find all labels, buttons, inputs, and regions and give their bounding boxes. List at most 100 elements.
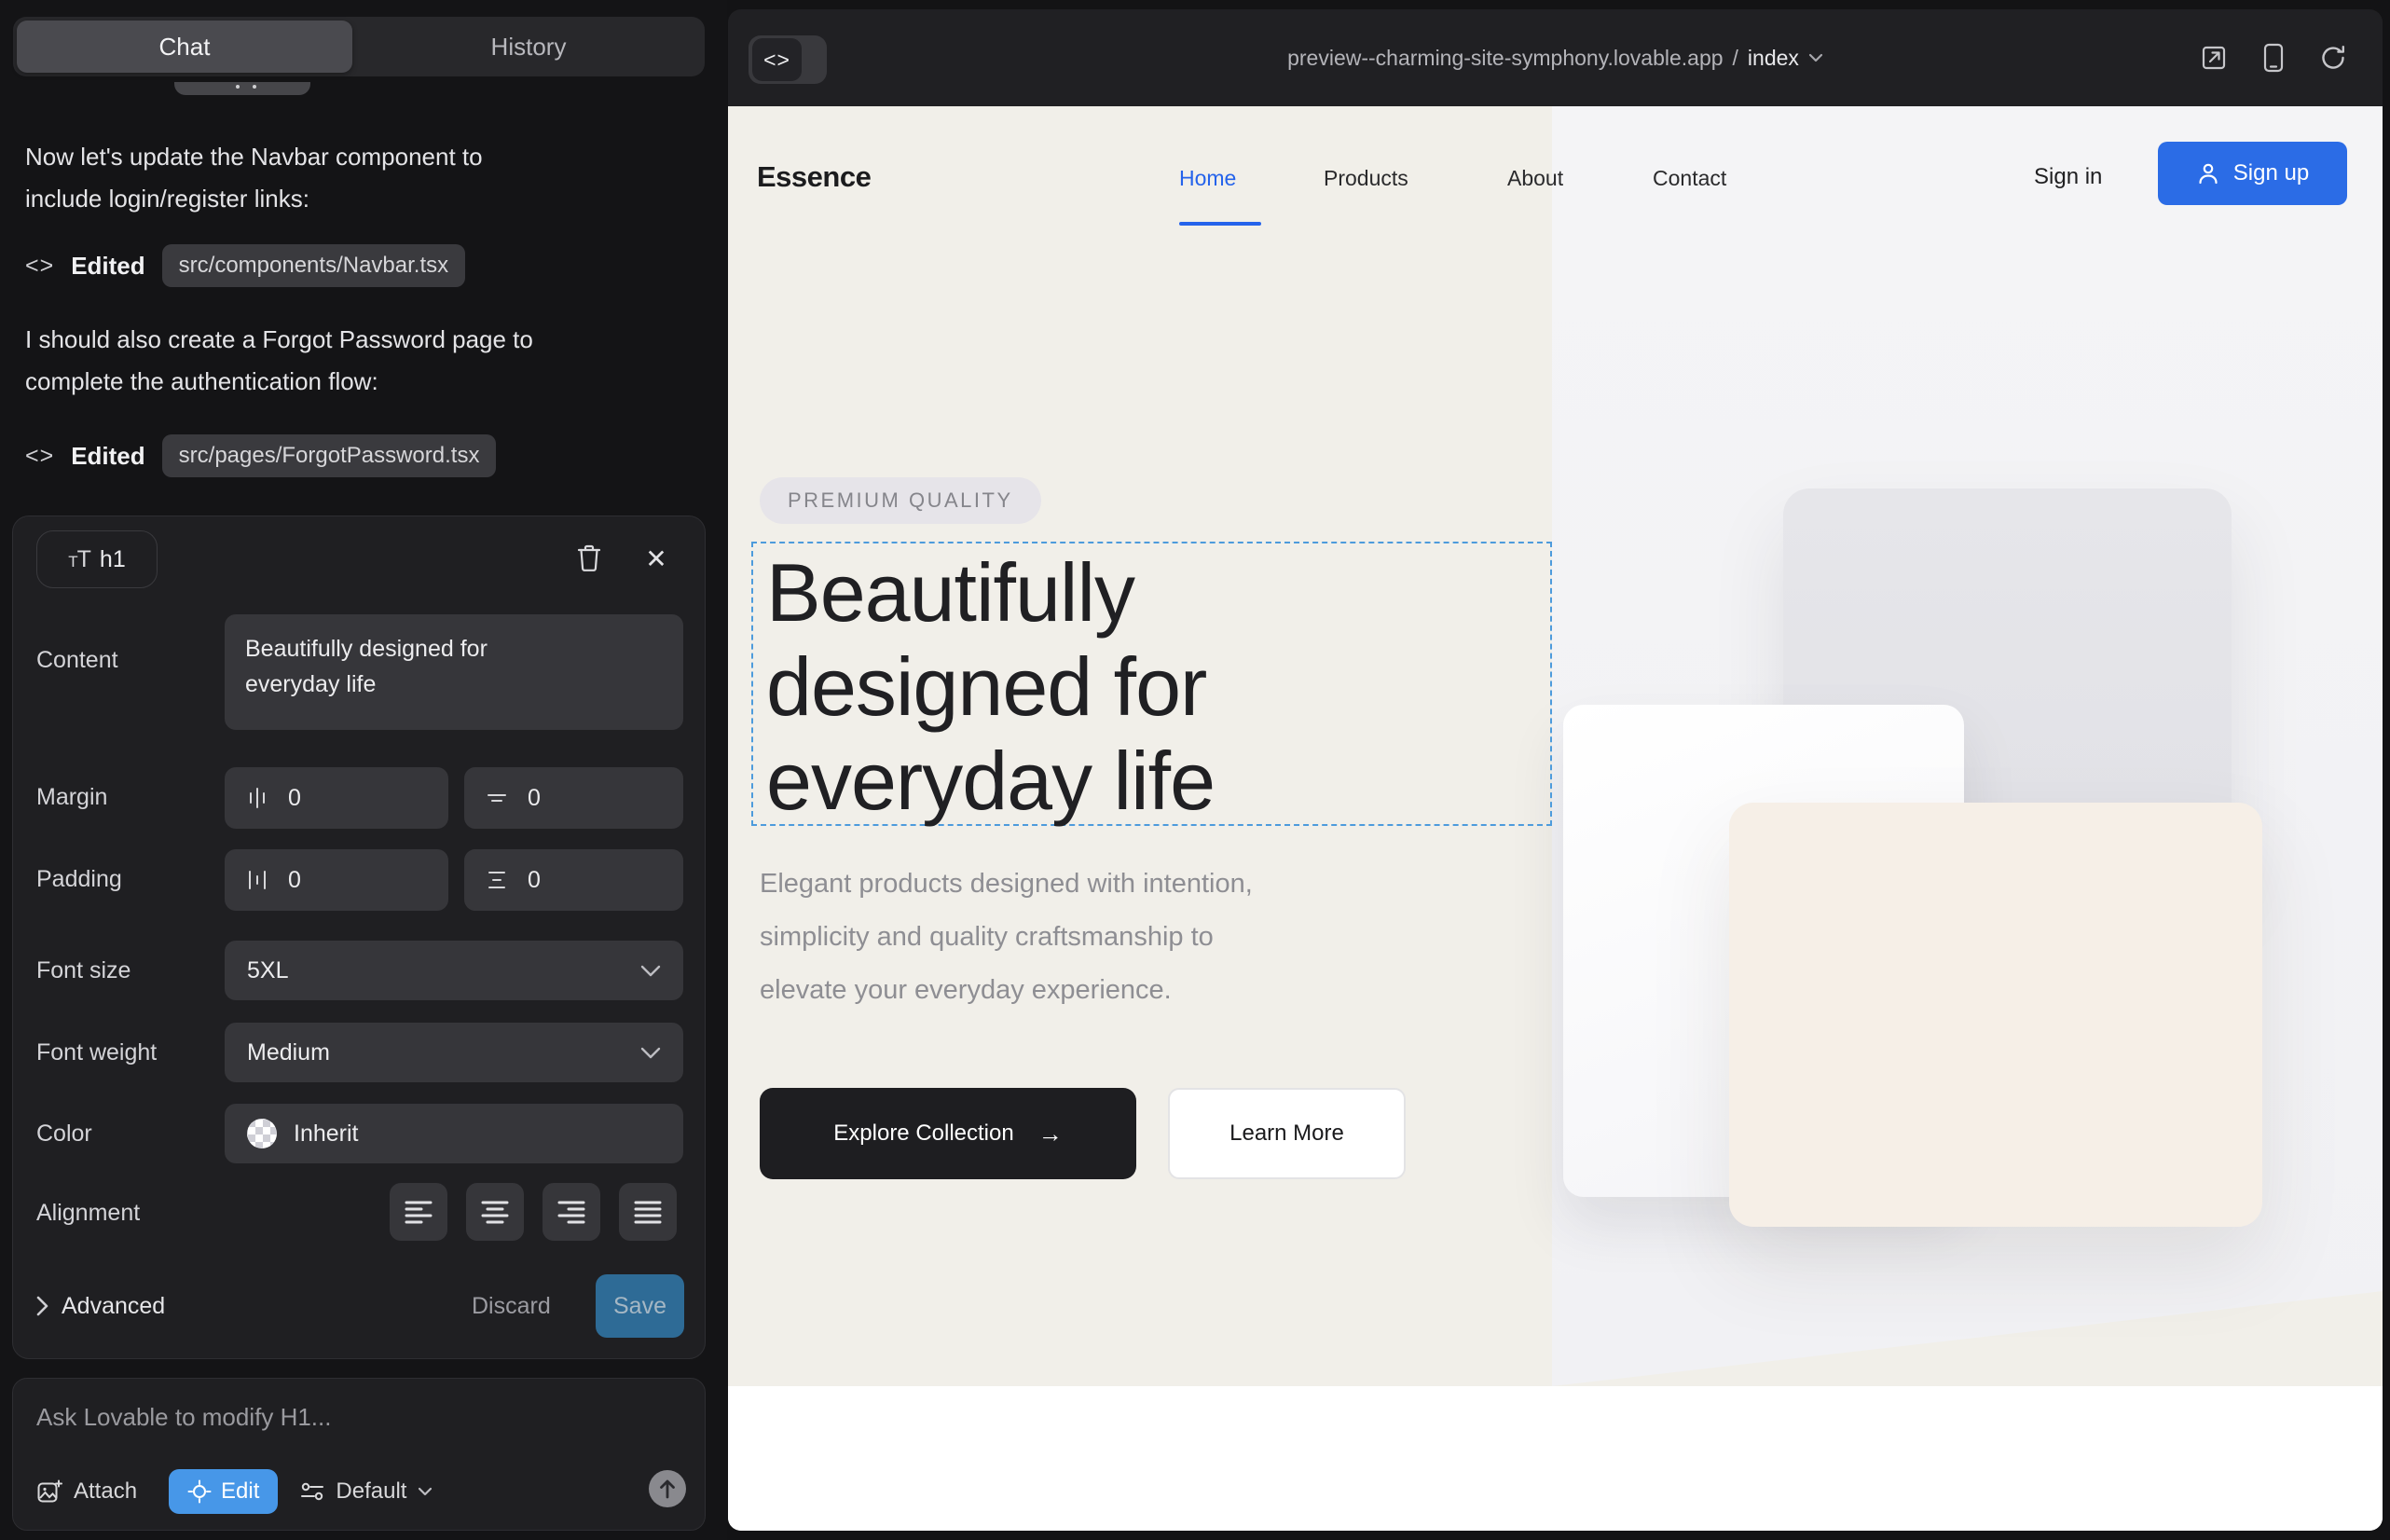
attach-button[interactable]: Attach xyxy=(36,1478,137,1505)
color-select[interactable]: Inherit xyxy=(225,1104,683,1163)
url-separator: / xyxy=(1733,46,1738,71)
edited-label: Edited xyxy=(71,442,144,471)
align-justify-icon xyxy=(634,1200,662,1224)
nav-link-contact[interactable]: Contact xyxy=(1653,166,1726,191)
arrow-right-icon: → xyxy=(1038,1120,1063,1148)
delete-element-button[interactable] xyxy=(572,540,606,577)
user-icon xyxy=(2196,161,2220,186)
margin-label: Margin xyxy=(36,784,107,811)
arrow-up-icon xyxy=(658,1478,677,1499)
close-inspector-button[interactable]: ✕ xyxy=(639,540,673,577)
url-host: preview--charming-site-symphony.lovable.… xyxy=(1287,46,1723,71)
code-icon: <> xyxy=(25,253,54,280)
browser-toolbar: <> preview--charming-site-symphony.lovab… xyxy=(728,9,2383,106)
refresh-icon xyxy=(2319,44,2347,72)
save-button[interactable]: Save xyxy=(596,1274,684,1338)
sign-up-button[interactable]: Sign up xyxy=(2158,142,2347,205)
edited-label: Edited xyxy=(71,252,144,281)
chat-composer: Ask Lovable to modify H1... Attach xyxy=(12,1378,706,1531)
align-justify-button[interactable] xyxy=(619,1183,677,1241)
alignment-label: Alignment xyxy=(36,1200,140,1227)
url-page-selector[interactable]: index xyxy=(1748,46,1799,71)
chat-panel: Chat History Now let's update the Navbar… xyxy=(0,0,727,1540)
chevron-down-icon xyxy=(640,965,661,977)
preview-browser-window: <> preview--charming-site-symphony.lovab… xyxy=(728,9,2383,1531)
lovable-editor: Chat History Now let's update the Navbar… xyxy=(0,0,2390,1540)
sliders-icon xyxy=(300,1479,324,1504)
align-left-button[interactable] xyxy=(390,1183,447,1241)
content-textarea[interactable]: Beautifully designed for everyday life xyxy=(225,614,683,730)
mobile-device-icon xyxy=(2263,43,2284,73)
refresh-button[interactable] xyxy=(2317,42,2349,74)
edited-file-row: <> Edited src/pages/ForgotPassword.tsx xyxy=(25,434,496,477)
external-link-icon xyxy=(2200,44,2228,72)
nav-link-home[interactable]: Home xyxy=(1179,166,1236,191)
browser-actions xyxy=(2198,9,2349,106)
hero-placeholder-card-cream xyxy=(1729,803,2262,1227)
assistant-message: Now let's update the Navbar component to… xyxy=(25,136,678,220)
margin-y-input[interactable]: 0 xyxy=(464,767,683,829)
margin-vertical-icon xyxy=(485,786,509,810)
composer-input[interactable]: Ask Lovable to modify H1... xyxy=(36,1403,331,1432)
content-label: Content xyxy=(36,647,118,674)
chevron-down-icon xyxy=(418,1487,433,1496)
site-viewport: Essence Home Products About Contact Sign… xyxy=(728,106,2383,1531)
align-center-button[interactable] xyxy=(466,1183,524,1241)
discard-button[interactable]: Discard xyxy=(472,1274,551,1338)
url-bar[interactable]: preview--charming-site-symphony.lovable.… xyxy=(728,9,2383,106)
element-tag: h1 xyxy=(100,546,126,573)
nav-link-about[interactable]: About xyxy=(1507,166,1563,191)
mobile-view-button[interactable] xyxy=(2258,42,2289,74)
padding-y-input[interactable]: 0 xyxy=(464,849,683,911)
font-weight-label: Font weight xyxy=(36,1039,157,1066)
align-right-button[interactable] xyxy=(543,1183,600,1241)
edit-mode-button[interactable]: Edit xyxy=(169,1469,278,1514)
align-center-icon xyxy=(481,1200,509,1224)
align-left-icon xyxy=(405,1200,433,1224)
padding-vertical-icon xyxy=(485,868,509,892)
trash-icon xyxy=(576,543,602,573)
color-label: Color xyxy=(36,1121,92,1148)
font-weight-select[interactable]: Medium xyxy=(225,1023,683,1082)
chevron-down-icon xyxy=(640,1047,661,1059)
open-external-button[interactable] xyxy=(2198,42,2230,74)
margin-horizontal-icon xyxy=(245,786,269,810)
hero-description: Elegant products designed with intention… xyxy=(760,858,1496,1017)
tab-history[interactable]: History xyxy=(352,17,705,76)
premium-quality-badge: PREMIUM QUALITY xyxy=(760,477,1041,524)
padding-horizontal-icon xyxy=(245,868,269,892)
explore-collection-button[interactable]: Explore Collection → xyxy=(760,1088,1136,1179)
align-right-icon xyxy=(557,1200,585,1224)
send-button[interactable] xyxy=(649,1470,686,1507)
sign-in-link[interactable]: Sign in xyxy=(2034,164,2102,190)
file-chip-navbar[interactable]: src/components/Navbar.tsx xyxy=(162,244,465,287)
chat-history-tabs: Chat History xyxy=(13,17,705,76)
close-icon: ✕ xyxy=(645,543,666,574)
active-nav-underline xyxy=(1179,222,1261,226)
advanced-toggle[interactable]: Advanced xyxy=(36,1274,165,1338)
learn-more-button[interactable]: Learn More xyxy=(1168,1088,1406,1179)
transparent-swatch-icon xyxy=(247,1119,277,1148)
typography-icon: TT xyxy=(68,546,90,573)
nav-link-products[interactable]: Products xyxy=(1324,166,1408,191)
hero-headline[interactable]: Beautifully designed for everyday life xyxy=(766,545,1437,828)
font-size-select[interactable]: 5XL xyxy=(225,941,683,1000)
chevron-down-icon xyxy=(1808,53,1823,62)
section-below-hero xyxy=(728,1386,2383,1531)
tab-chat[interactable]: Chat xyxy=(17,21,352,73)
selected-element-chip[interactable]: TT h1 xyxy=(36,530,158,588)
font-size-label: Font size xyxy=(36,957,130,984)
margin-x-input[interactable]: 0 xyxy=(225,767,448,829)
file-chip-forgotpassword[interactable]: src/pages/ForgotPassword.tsx xyxy=(162,434,497,477)
attach-image-icon xyxy=(36,1478,62,1505)
site-brand[interactable]: Essence xyxy=(757,160,871,194)
element-inspector-panel: TT h1 ✕ Content Beautifully designed for… xyxy=(12,516,706,1359)
scrolled-chip-peek xyxy=(174,82,310,95)
selected-h1-outline[interactable]: Beautifully designed for everyday life xyxy=(751,542,1552,826)
edited-file-row: <> Edited src/components/Navbar.tsx xyxy=(25,244,465,287)
model-default-dropdown[interactable]: Default xyxy=(300,1478,433,1505)
padding-x-input[interactable]: 0 xyxy=(225,849,448,911)
code-icon: <> xyxy=(25,443,54,470)
composer-toolbar: Attach Edit xyxy=(36,1469,433,1514)
assistant-message: I should also create a Forgot Password p… xyxy=(25,319,678,403)
